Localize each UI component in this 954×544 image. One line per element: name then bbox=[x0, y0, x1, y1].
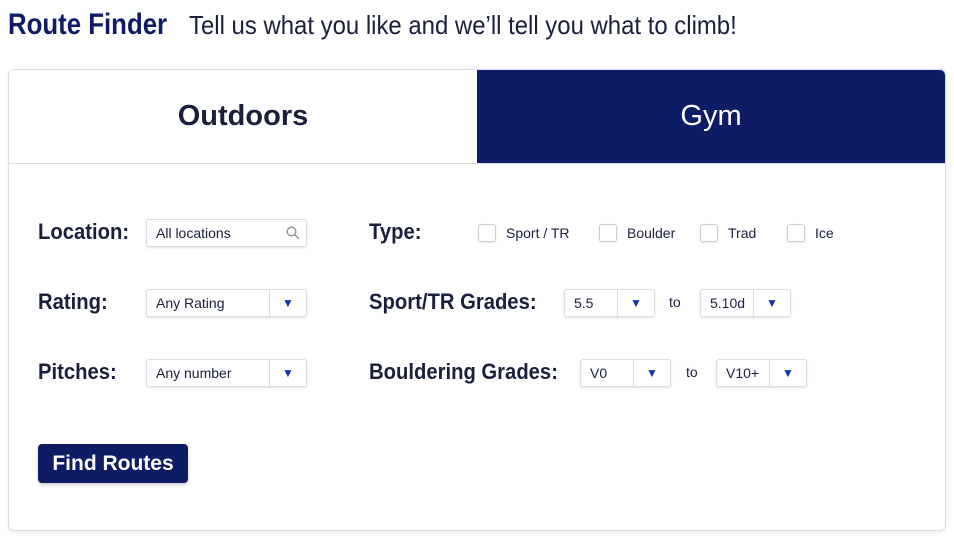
type-option-boulder[interactable]: Boulder bbox=[599, 224, 675, 242]
boulder-grade-to-value: V10+ bbox=[726, 365, 760, 381]
pitches-select[interactable]: Any number ▼ bbox=[146, 359, 307, 387]
boulder-grade-from-select[interactable]: V0 ▼ bbox=[580, 359, 671, 387]
tab-outdoors[interactable]: Outdoors bbox=[9, 70, 477, 163]
page-title: Route Finder bbox=[8, 8, 168, 41]
type-option-trad[interactable]: Trad bbox=[700, 224, 756, 242]
checkbox-label: Ice bbox=[815, 225, 834, 241]
checkbox-label: Boulder bbox=[627, 225, 676, 241]
tab-gym[interactable]: Gym bbox=[477, 70, 945, 163]
bouldering-grades-label: Bouldering Grades: bbox=[369, 359, 558, 384]
rating-label: Rating: bbox=[38, 289, 108, 314]
checkbox-label: Sport / TR bbox=[506, 225, 570, 241]
pitches-label: Pitches: bbox=[38, 359, 117, 384]
checkbox-label: Trad bbox=[728, 225, 757, 241]
type-option-ice[interactable]: Ice bbox=[787, 224, 834, 242]
boulder-grade-from-value: V0 bbox=[590, 365, 608, 381]
boulder-grade-to-select[interactable]: V10+ ▼ bbox=[716, 359, 807, 387]
sport-grades-to-label: to bbox=[669, 294, 681, 310]
page-tagline: Tell us what you like and we’ll tell you… bbox=[189, 10, 737, 40]
dropdown-arrow-icon: ▼ bbox=[769, 360, 806, 386]
sport-grades-label: Sport/TR Grades: bbox=[369, 289, 537, 314]
sport-grade-to-value: 5.10d bbox=[710, 295, 746, 311]
type-label: Type: bbox=[369, 219, 422, 244]
sport-grade-from-select[interactable]: 5.5 ▼ bbox=[564, 289, 655, 317]
bouldering-grades-to-label: to bbox=[686, 364, 698, 380]
checkbox[interactable] bbox=[787, 224, 805, 242]
search-icon bbox=[280, 226, 306, 240]
dropdown-arrow-icon: ▼ bbox=[633, 360, 670, 386]
checkbox[interactable] bbox=[478, 224, 496, 242]
dropdown-arrow-icon: ▼ bbox=[617, 290, 654, 316]
dropdown-arrow-icon: ▼ bbox=[269, 290, 306, 316]
tab-bar: Outdoors Gym bbox=[9, 70, 945, 164]
pitches-value: Any number bbox=[156, 365, 232, 381]
dropdown-arrow-icon: ▼ bbox=[269, 360, 306, 386]
location-label: Location: bbox=[38, 219, 130, 244]
checkbox[interactable] bbox=[599, 224, 617, 242]
type-option-sport-tr[interactable]: Sport / TR bbox=[478, 224, 570, 242]
dropdown-arrow-icon: ▼ bbox=[753, 290, 790, 316]
rating-select[interactable]: Any Rating ▼ bbox=[146, 289, 307, 317]
location-search-input[interactable]: All locations bbox=[146, 219, 307, 247]
sport-grade-to-select[interactable]: 5.10d ▼ bbox=[700, 289, 791, 317]
rating-value: Any Rating bbox=[156, 295, 225, 311]
sport-grade-from-value: 5.5 bbox=[574, 295, 594, 311]
find-routes-button[interactable]: Find Routes bbox=[38, 444, 188, 483]
checkbox[interactable] bbox=[700, 224, 718, 242]
location-value: All locations bbox=[156, 225, 231, 241]
page-header: Route Finder Tell us what you like and w… bbox=[8, 8, 784, 48]
route-finder-panel: Outdoors Gym Location: All locations Rat… bbox=[8, 69, 946, 531]
